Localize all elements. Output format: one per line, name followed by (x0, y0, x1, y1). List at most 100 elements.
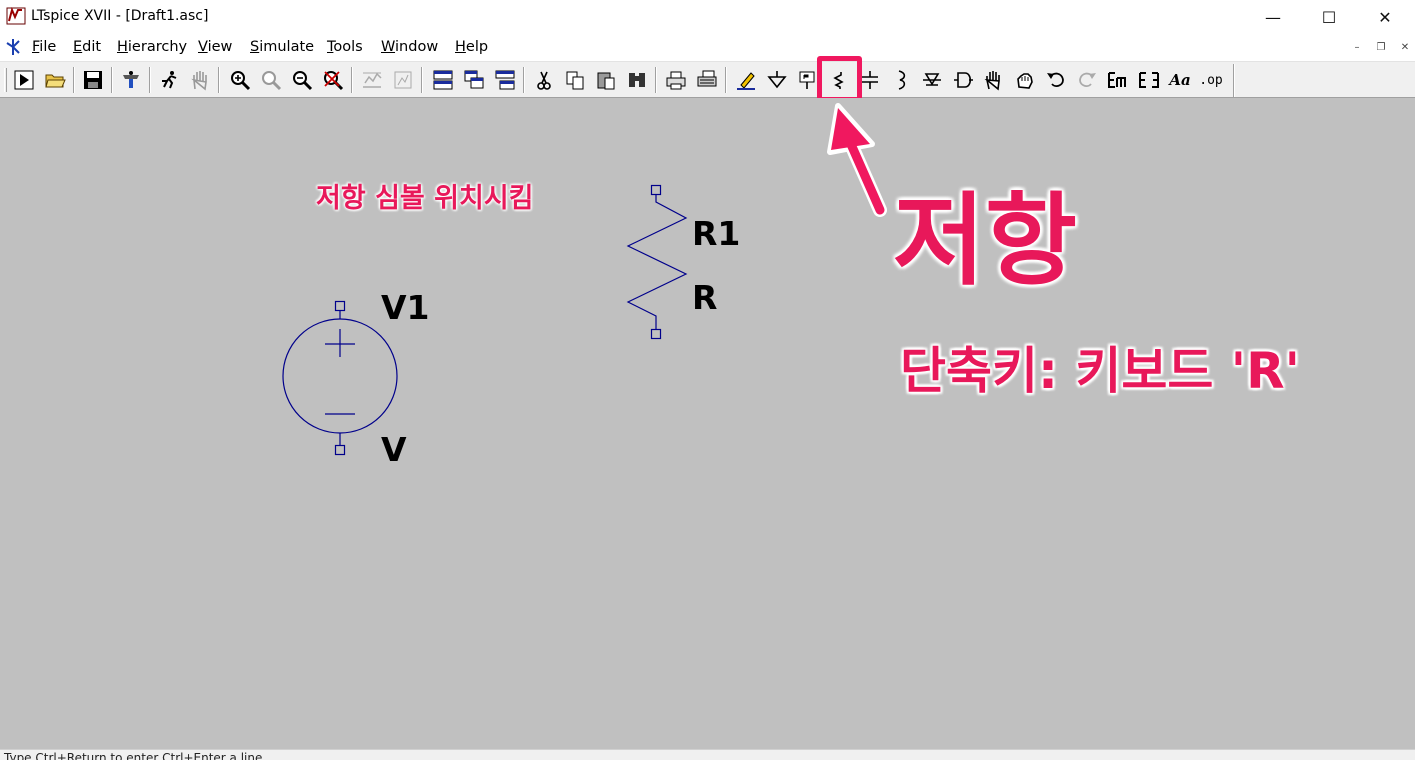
cut-button[interactable] (531, 67, 557, 93)
menu-tools[interactable]: Tools (327, 39, 363, 55)
run-man-button[interactable] (156, 67, 182, 93)
tile-horizontal-button[interactable] (430, 67, 456, 93)
paste-button[interactable] (593, 67, 619, 93)
minimize-button[interactable]: — (1250, 0, 1296, 34)
tile-horizontal-icon (433, 70, 453, 90)
zoom-full-icon (262, 71, 282, 91)
control-panel-button[interactable] (118, 67, 144, 93)
run-man-icon (162, 71, 177, 89)
mirror-button[interactable] (1136, 67, 1162, 93)
autorange-button[interactable] (359, 67, 385, 93)
source-value-label[interactable]: V (381, 430, 407, 469)
voltage-source-symbol[interactable] (282, 300, 398, 456)
find-icon (629, 73, 645, 87)
draw-wire-button[interactable] (733, 67, 759, 93)
print-preview-icon (697, 70, 717, 87)
ltspice-window: LTspice XVII - [Draft1.asc] — ☐ ✕ File E… (0, 0, 1415, 760)
component-button[interactable] (950, 67, 976, 93)
menu-window[interactable]: Window (381, 39, 438, 55)
menu-file[interactable]: File (32, 39, 56, 55)
paste-icon (597, 72, 615, 90)
menu-edit[interactable]: Edit (73, 39, 101, 55)
annotation-place-symbol: 저항 심볼 위치시킴 (316, 183, 534, 214)
component-icon (954, 72, 973, 88)
toolbar-separator (523, 67, 525, 93)
diode-button[interactable] (919, 67, 945, 93)
rotate-button[interactable] (1105, 67, 1131, 93)
zoom-cancel-icon (324, 71, 344, 91)
annotation-arrow-icon (827, 103, 887, 217)
mdi-close-button[interactable]: ✕ (1396, 39, 1414, 55)
print-preview-button[interactable] (694, 67, 720, 93)
resistor-ref-label[interactable]: R1 (692, 214, 740, 253)
print-button[interactable] (663, 67, 689, 93)
find-button[interactable] (624, 67, 650, 93)
resistor-value-label[interactable]: R (692, 278, 717, 317)
resistor-symbol[interactable] (626, 184, 688, 340)
menu-simulate[interactable]: Simulate (250, 39, 314, 55)
window-title: LTspice XVII - [Draft1.asc] (31, 8, 209, 24)
run-icon (14, 70, 34, 90)
close-button[interactable]: ✕ (1362, 0, 1408, 34)
toolbar-grip[interactable] (4, 68, 7, 92)
ltspice-logo-icon (6, 7, 26, 25)
toolbar: Aa .op (0, 61, 1415, 98)
undo-icon (1047, 72, 1064, 87)
undo-button[interactable] (1043, 67, 1069, 93)
zoom-cancel-button[interactable] (320, 67, 346, 93)
annotation-shortcut: 단축키: 키보드 'R' (900, 342, 1300, 400)
run-button[interactable] (11, 67, 37, 93)
mirror-icon (1139, 72, 1159, 88)
fit-button[interactable] (390, 67, 416, 93)
move-icon (984, 71, 1000, 91)
text-button[interactable]: Aa (1167, 67, 1193, 93)
cut-icon (537, 71, 551, 90)
print-icon (666, 71, 686, 90)
open-button[interactable] (42, 67, 68, 93)
move-button[interactable] (981, 67, 1007, 93)
copy-icon (566, 71, 584, 90)
ground-icon (767, 71, 787, 89)
menu-hierarchy[interactable]: Hierarchy (117, 39, 187, 55)
cascade-button[interactable] (461, 67, 487, 93)
toolbar-separator (421, 67, 423, 93)
diode-icon (923, 73, 941, 86)
inductor-button[interactable] (888, 67, 914, 93)
toolbar-separator (111, 67, 113, 93)
schematic-canvas[interactable]: R1 R V1 V 저항 심볼 위치시킴 저항 단축키: 키보드 'R' (0, 98, 1415, 749)
maximize-button[interactable]: ☐ (1306, 0, 1352, 34)
redo-button[interactable] (1074, 67, 1100, 93)
capacitor-icon (862, 71, 878, 89)
source-ref-label[interactable]: V1 (381, 288, 430, 327)
toolbar-separator (655, 67, 657, 93)
rotate-icon (1108, 72, 1126, 88)
open-icon (45, 74, 66, 88)
status-text: Type Ctrl+Return to enter Ctrl+Enter a l… (4, 751, 263, 760)
copy-button[interactable] (562, 67, 588, 93)
zoom-out-button[interactable] (289, 67, 315, 93)
cascade-icon (464, 70, 484, 89)
pan-button[interactable] (187, 67, 213, 93)
save-icon (84, 71, 102, 89)
drag-icon (1017, 73, 1033, 89)
close-icon: ✕ (1378, 7, 1392, 27)
toolbar-separator (149, 67, 151, 93)
minimize-icon: — (1265, 7, 1281, 27)
mdi-restore-button[interactable]: ❐ (1372, 39, 1390, 55)
save-button[interactable] (80, 67, 106, 93)
tile-vertical-button[interactable] (492, 67, 518, 93)
ground-button[interactable] (764, 67, 790, 93)
menu-help[interactable]: Help (455, 39, 488, 55)
autorange-icon (363, 72, 382, 88)
menu-view[interactable]: View (198, 39, 232, 55)
zoom-in-button[interactable] (227, 67, 253, 93)
maximize-icon: ☐ (1321, 7, 1337, 27)
drag-button[interactable] (1012, 67, 1038, 93)
mdi-minimize-button[interactable]: – (1348, 39, 1366, 55)
spice-directive-button[interactable]: .op (1198, 67, 1224, 93)
schematic-doc-icon[interactable] (4, 37, 22, 57)
zoom-full-button[interactable] (258, 67, 284, 93)
draw-wire-icon (737, 72, 755, 90)
label-net-icon (799, 71, 815, 89)
toolbar-separator (725, 67, 727, 93)
